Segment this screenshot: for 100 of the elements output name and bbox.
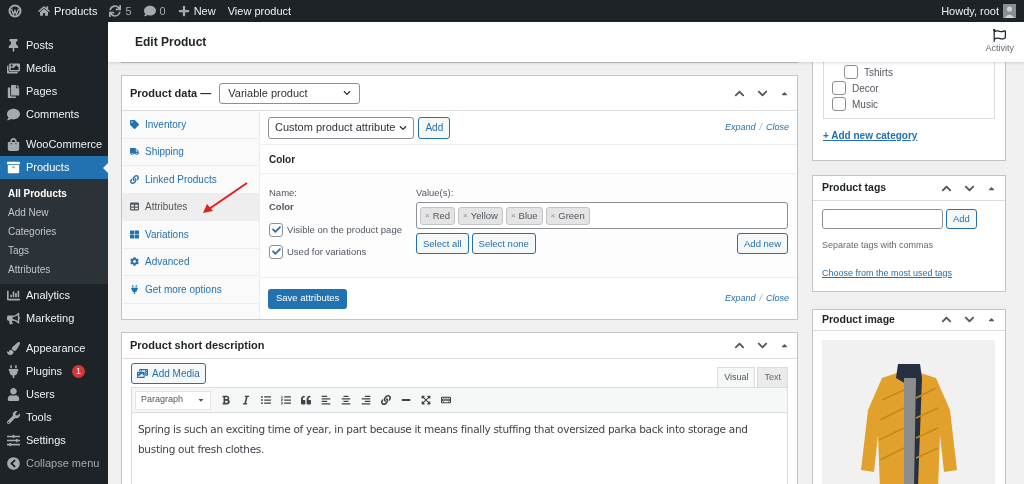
fullscreen-icon[interactable]	[421, 395, 431, 405]
activity-button[interactable]: Activity	[985, 41, 1014, 56]
product-data-tab[interactable]: Shipping	[122, 138, 259, 166]
product-data-tab[interactable]: Linked Products	[122, 166, 259, 194]
attribute-select[interactable]: Custom product attribute	[268, 116, 415, 139]
toolbar-link[interactable]: 0	[159, 2, 166, 20]
tag-icon	[130, 119, 139, 129]
logo-icon[interactable]	[8, 4, 22, 18]
toolbar-link[interactable]: Products	[54, 2, 98, 20]
select-button[interactable]: Select all	[416, 233, 469, 255]
submenu-item[interactable]: Categories	[0, 222, 108, 241]
link-separator: /	[759, 120, 762, 134]
plug-icon	[130, 284, 139, 294]
wrench-icon	[7, 411, 20, 424]
speech-bubble-icon	[7, 108, 20, 121]
add-new-button[interactable]: Add new	[737, 233, 788, 255]
editor-tab[interactable]: Visual	[717, 367, 756, 387]
toolbar-link[interactable]: View product	[227, 2, 292, 20]
menu-item[interactable]: Appearance	[0, 337, 108, 360]
checkbox[interactable]	[832, 81, 846, 95]
user-icon	[7, 388, 20, 401]
tag-input[interactable]	[822, 209, 943, 229]
menu-item[interactable]: WooCommerce	[0, 133, 108, 156]
move-up-icon	[734, 340, 745, 351]
expand-link[interactable]: Expand	[724, 291, 756, 306]
value-tag[interactable]: × Green	[545, 206, 590, 225]
caret-icon	[197, 396, 205, 404]
media-icon	[137, 368, 148, 379]
keyboard-icon[interactable]	[441, 395, 451, 405]
description-text[interactable]: Spring is such an exciting time of year, in part because it means finally stuffing that oversized parka back into storage and busting out fresh clothes.	[138, 419, 781, 459]
value-tag[interactable]: × Red	[420, 206, 456, 225]
menu-item[interactable]: Pages	[0, 80, 108, 103]
checkbox-label: Visible on the product page	[287, 222, 402, 237]
menu-item[interactable]: Plugins 1	[0, 360, 108, 383]
numbered-list-icon[interactable]	[281, 395, 291, 405]
checkbox[interactable]	[269, 244, 283, 259]
menu-item[interactable]: Collapse menu	[0, 452, 108, 475]
truck-icon	[130, 147, 139, 157]
submenu-item[interactable]: Tags	[0, 241, 108, 260]
format-select[interactable]: Paragraph	[135, 390, 211, 410]
value-tag[interactable]: × Yellow	[458, 206, 503, 225]
speech-bubble-icon	[143, 5, 156, 17]
close-link[interactable]: Close	[766, 120, 789, 135]
align-right-icon[interactable]	[361, 395, 371, 405]
sliders-icon	[7, 434, 20, 447]
attribute-heading[interactable]: Color	[269, 151, 296, 167]
product-data-tab[interactable]: Get more options	[122, 276, 259, 304]
menu-item[interactable]: Posts	[0, 34, 108, 57]
bold-icon[interactable]	[221, 395, 231, 405]
menu-item[interactable]: Users	[0, 383, 108, 406]
product-type-select[interactable]: Variable product	[219, 82, 361, 104]
menu-item[interactable]: Analytics	[0, 284, 108, 307]
align-center-icon[interactable]	[341, 395, 351, 405]
archive-icon	[7, 161, 20, 174]
attribute-name: Color	[269, 200, 295, 215]
close-link[interactable]: Close	[766, 291, 789, 306]
select-button[interactable]: Select none	[471, 233, 536, 255]
add-category-link[interactable]: + Add new category	[823, 128, 918, 143]
checkbox[interactable]	[844, 65, 858, 79]
category-label: Music	[852, 97, 879, 112]
greeting-link[interactable]: Howdy, root	[941, 2, 999, 20]
italic-icon[interactable]	[241, 395, 251, 405]
table-icon	[130, 202, 139, 212]
submenu-item[interactable]: Add New	[0, 203, 108, 222]
values-field[interactable]: × Red × Yellow × Blue × Green	[416, 202, 788, 230]
menu-item[interactable]: Products	[0, 156, 108, 179]
move-down-icon	[964, 314, 975, 325]
media-icon	[7, 62, 20, 75]
menu-item[interactable]: Media	[0, 57, 108, 80]
editor-tab[interactable]: Text	[757, 367, 788, 387]
annotation-arrow	[201, 182, 249, 215]
product-data-tab[interactable]: Variations	[122, 221, 259, 249]
menu-item[interactable]: Marketing	[0, 307, 108, 330]
toolbar-link[interactable]: New	[193, 2, 216, 20]
add-tag-button[interactable]: Add	[946, 209, 977, 229]
product-data-tab[interactable]: Inventory	[122, 111, 259, 139]
most-used-tags-link[interactable]: Choose from the most used tags	[822, 266, 953, 280]
collapse-icon	[987, 315, 996, 324]
menu-item[interactable]: Tools	[0, 406, 108, 429]
quote-icon[interactable]	[301, 395, 311, 405]
product-data-tab[interactable]: Advanced	[122, 248, 259, 276]
align-left-icon[interactable]	[321, 395, 331, 405]
checkbox[interactable]	[269, 222, 283, 237]
link-icon[interactable]	[381, 395, 391, 405]
add-button[interactable]: Add	[418, 116, 451, 139]
expand-link[interactable]: Expand	[724, 120, 756, 135]
save-attributes-button[interactable]: Save attributes	[268, 288, 348, 309]
menu-item[interactable]: Comments	[0, 103, 108, 126]
submenu-item[interactable]: All Products	[0, 184, 108, 203]
plug-icon	[7, 365, 20, 378]
toolbar-link[interactable]: 5	[125, 2, 132, 20]
submenu-item[interactable]: Attributes	[0, 260, 108, 279]
checkbox-label: Used for variations	[287, 244, 367, 259]
add-media-button[interactable]: Add Media	[131, 363, 206, 384]
checkbox[interactable]	[832, 97, 846, 111]
bullet-list-icon[interactable]	[261, 395, 271, 405]
menu-item[interactable]: Settings	[0, 429, 108, 452]
value-tag[interactable]: × Blue	[505, 206, 543, 225]
product-data-tab[interactable]: Attributes	[122, 193, 259, 221]
page-title: Edit Product	[135, 34, 207, 51]
